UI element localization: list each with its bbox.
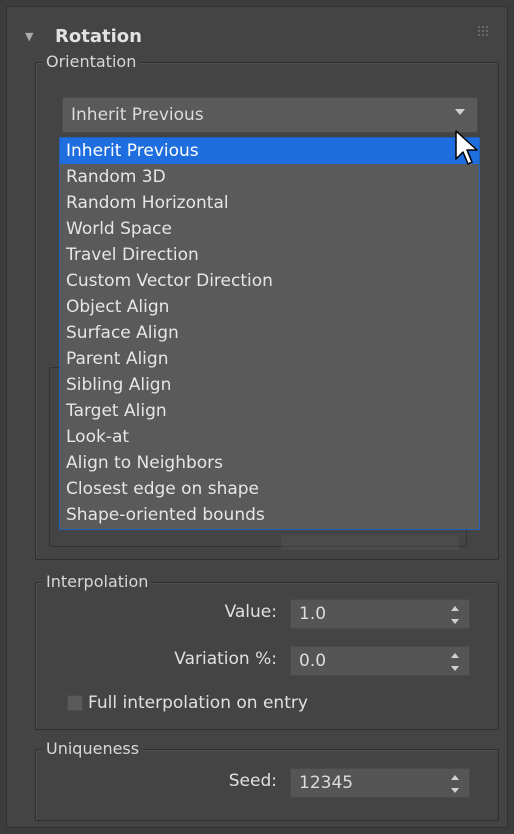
rollout-header[interactable]: ▼ Rotation	[25, 21, 142, 51]
dropdown-option[interactable]: Surface Align	[60, 320, 479, 346]
hidden-row	[63, 532, 461, 550]
dropdown-option[interactable]: Inherit Previous	[60, 138, 479, 164]
dropdown-option[interactable]: Closest edge on shape	[60, 476, 479, 502]
dropdown-option[interactable]: Target Align	[60, 398, 479, 424]
full-interpolation-checkbox[interactable]	[67, 695, 83, 711]
spinner-arrows-icon[interactable]	[451, 775, 459, 793]
seed-spinner-text: 12345	[299, 773, 354, 793]
dropdown-option[interactable]: Align to Neighbors	[60, 450, 479, 476]
orientation-dropdown-value: Inherit Previous	[71, 105, 204, 125]
full-interpolation-label: Full interpolation on entry	[88, 693, 308, 713]
value-spinner[interactable]: 1.0	[290, 599, 470, 629]
orientation-dropdown[interactable]: Inherit Previous	[62, 97, 478, 133]
dropdown-option[interactable]: Parent Align	[60, 346, 479, 372]
full-interpolation-row[interactable]: Full interpolation on entry	[67, 693, 308, 713]
value-label: Value:	[224, 602, 277, 622]
chevron-down-icon[interactable]	[455, 109, 465, 115]
orientation-dropdown-list[interactable]: Inherit Previous Random 3D Random Horizo…	[59, 137, 480, 530]
dropdown-option[interactable]: World Space	[60, 216, 479, 242]
drag-grip-icon[interactable]	[477, 25, 489, 37]
dropdown-option[interactable]: Shape-oriented bounds	[60, 502, 479, 528]
dropdown-option[interactable]: Look-at	[60, 424, 479, 450]
variation-spinner[interactable]: 0.0	[290, 646, 470, 676]
spinner-arrows-icon[interactable]	[451, 606, 459, 624]
dropdown-option[interactable]: Custom Vector Direction	[60, 268, 479, 294]
dropdown-option[interactable]: Random Horizontal	[60, 190, 479, 216]
spinner-arrows-icon[interactable]	[451, 653, 459, 671]
seed-spinner[interactable]: 12345	[290, 768, 470, 798]
rollout-title: Rotation	[55, 25, 142, 47]
dropdown-option[interactable]: Object Align	[60, 294, 479, 320]
mouse-cursor-icon	[455, 130, 478, 165]
hidden-spinner	[281, 534, 459, 550]
rotation-rollout-panel: ▼ Rotation Orientation Inherit Previous …	[6, 6, 508, 828]
dropdown-option[interactable]: Random 3D	[60, 164, 479, 190]
variation-spinner-text: 0.0	[299, 651, 327, 671]
value-spinner-text: 1.0	[299, 604, 327, 624]
variation-label: Variation %:	[174, 649, 277, 669]
dropdown-option[interactable]: Travel Direction	[60, 242, 479, 268]
interpolation-legend: Interpolation	[42, 570, 153, 594]
seed-label: Seed:	[228, 771, 277, 791]
collapse-arrow-icon[interactable]: ▼	[25, 30, 41, 43]
orientation-legend: Orientation	[42, 50, 141, 74]
uniqueness-legend: Uniqueness	[42, 737, 144, 761]
dropdown-option[interactable]: Sibling Align	[60, 372, 479, 398]
